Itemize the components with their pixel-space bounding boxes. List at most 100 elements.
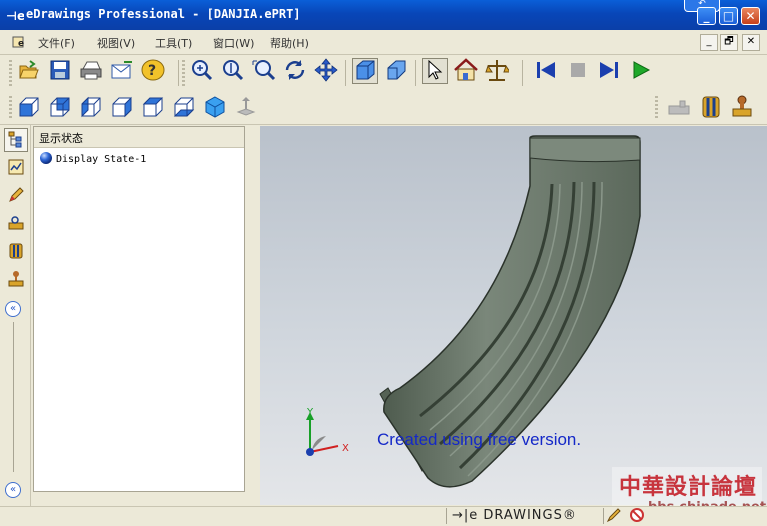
front-view-icon bbox=[18, 96, 40, 121]
menu-file[interactable]: 文件(F) bbox=[38, 35, 75, 51]
stamp-icon bbox=[730, 95, 754, 122]
edrawings-app-icon[interactable]: ⊣e bbox=[6, 7, 25, 23]
section-tool-button[interactable] bbox=[4, 240, 28, 264]
toolbar-grip[interactable] bbox=[9, 96, 12, 120]
play-icon bbox=[631, 60, 651, 83]
status-markup-icon[interactable] bbox=[606, 507, 624, 526]
left-tool-strip bbox=[3, 125, 31, 508]
stamp-button[interactable] bbox=[729, 95, 755, 121]
component-tree-button[interactable] bbox=[4, 128, 28, 152]
collapse-panel-top-button[interactable]: « bbox=[5, 301, 21, 317]
3d-view-icon bbox=[354, 59, 376, 84]
component-tree-icon bbox=[7, 130, 25, 151]
help-button[interactable]: ? bbox=[140, 58, 166, 84]
menu-tools[interactable]: 工具(T) bbox=[155, 35, 192, 51]
status-bar bbox=[0, 506, 767, 526]
measure-icon bbox=[485, 58, 511, 85]
close-button[interactable]: ✕ bbox=[741, 7, 760, 25]
measure-tool-icon bbox=[7, 214, 25, 235]
section-arrow-icon bbox=[235, 96, 257, 121]
pan-button[interactable] bbox=[313, 57, 339, 84]
shaded-icon bbox=[385, 59, 407, 84]
send-mail-button[interactable] bbox=[109, 58, 135, 84]
maximize-button[interactable]: □ bbox=[719, 7, 738, 25]
isometric-view-button[interactable] bbox=[202, 95, 228, 121]
toolbar-grip[interactable] bbox=[182, 60, 185, 86]
front-view-button[interactable] bbox=[16, 95, 42, 121]
section-view-icon bbox=[700, 95, 722, 122]
play-button[interactable] bbox=[628, 58, 654, 84]
minimize-button[interactable]: _ bbox=[697, 7, 716, 25]
print-button[interactable] bbox=[78, 58, 104, 84]
section-tool-icon bbox=[7, 242, 25, 263]
markup-pen-icon bbox=[7, 186, 25, 207]
home-icon bbox=[453, 57, 479, 85]
collapse-panel-bottom-button[interactable]: « bbox=[5, 482, 21, 498]
right-view-button[interactable] bbox=[109, 95, 135, 121]
markup-pen-button[interactable] bbox=[4, 184, 28, 208]
3d-viewport[interactable]: Y X Created using free version. bbox=[260, 126, 767, 505]
toolbar-grip[interactable] bbox=[655, 96, 658, 120]
zoom-to-area-button[interactable] bbox=[251, 58, 277, 84]
isometric-icon bbox=[204, 95, 226, 121]
mdi-close-button[interactable]: ✕ bbox=[742, 34, 760, 51]
send-mail-icon bbox=[110, 60, 134, 83]
first-frame-icon bbox=[535, 60, 557, 83]
left-view-button[interactable] bbox=[78, 95, 104, 121]
stamp-tool-button[interactable] bbox=[4, 268, 28, 292]
next-frame-icon bbox=[598, 60, 620, 83]
measure-button[interactable] bbox=[484, 58, 511, 85]
zoom-to-fit-icon bbox=[190, 58, 214, 85]
open-button[interactable] bbox=[16, 58, 42, 84]
right-view-icon bbox=[111, 96, 133, 121]
document-icon[interactable]: e bbox=[12, 35, 30, 52]
toolbar-grip[interactable] bbox=[9, 60, 12, 86]
bottom-view-button[interactable] bbox=[171, 95, 197, 121]
blue-sphere-icon bbox=[39, 151, 53, 168]
mdi-minimize-button[interactable]: _ bbox=[700, 34, 718, 51]
rotate-button[interactable] bbox=[282, 58, 308, 84]
zoom-to-area-icon bbox=[252, 58, 276, 85]
edrawings-status-logo: →|e DRAWINGS® bbox=[452, 508, 577, 523]
3d-view-button[interactable] bbox=[352, 58, 378, 84]
zoom-in-out-icon bbox=[221, 58, 245, 85]
zoom-to-fit-button[interactable] bbox=[189, 58, 215, 84]
axis-label-x: X bbox=[342, 443, 349, 454]
strip-divider bbox=[13, 322, 14, 472]
stop-button[interactable] bbox=[565, 58, 591, 84]
first-frame-button[interactable] bbox=[533, 58, 559, 84]
menu-window[interactable]: 窗口(W) bbox=[213, 35, 254, 51]
home-button[interactable] bbox=[453, 57, 479, 85]
shaded-button[interactable] bbox=[383, 58, 409, 84]
configurations-icon bbox=[7, 158, 25, 179]
rotate-icon bbox=[283, 58, 307, 85]
zoom-in-out-button[interactable] bbox=[220, 58, 246, 84]
svg-text:?: ? bbox=[148, 63, 156, 79]
menu-view[interactable]: 视图(V) bbox=[97, 35, 135, 51]
save-button[interactable] bbox=[47, 58, 73, 84]
section-view-button[interactable] bbox=[698, 95, 724, 121]
stamp-tool-icon bbox=[7, 270, 25, 291]
back-view-button[interactable] bbox=[47, 95, 73, 121]
top-view-icon bbox=[142, 96, 164, 121]
toolbar-separator bbox=[345, 60, 346, 86]
section-arrow-button[interactable] bbox=[233, 95, 259, 121]
toolbar-separator bbox=[522, 60, 523, 86]
axis-triad bbox=[306, 412, 339, 456]
display-state-panel: 显示状态 Display State-1 bbox=[33, 126, 245, 492]
next-frame-button[interactable] bbox=[596, 58, 622, 84]
svg-text:⊣e: ⊣e bbox=[6, 9, 24, 23]
top-view-button[interactable] bbox=[140, 95, 166, 121]
status-divider bbox=[603, 508, 604, 524]
stamp-disabled-button[interactable] bbox=[666, 95, 692, 121]
mdi-restore-button[interactable]: 🗗 bbox=[720, 34, 738, 51]
configurations-button[interactable] bbox=[4, 156, 28, 180]
status-stop-icon[interactable] bbox=[628, 507, 646, 526]
menu-help[interactable]: 帮助(H) bbox=[270, 35, 309, 51]
select-button[interactable] bbox=[422, 58, 448, 84]
svg-text:e: e bbox=[18, 39, 24, 49]
measure-tool-button[interactable] bbox=[4, 212, 28, 236]
tree-item-display-state[interactable]: Display State-1 bbox=[39, 151, 146, 168]
help-icon: ? bbox=[141, 59, 165, 84]
toolbar-separator bbox=[415, 60, 416, 86]
